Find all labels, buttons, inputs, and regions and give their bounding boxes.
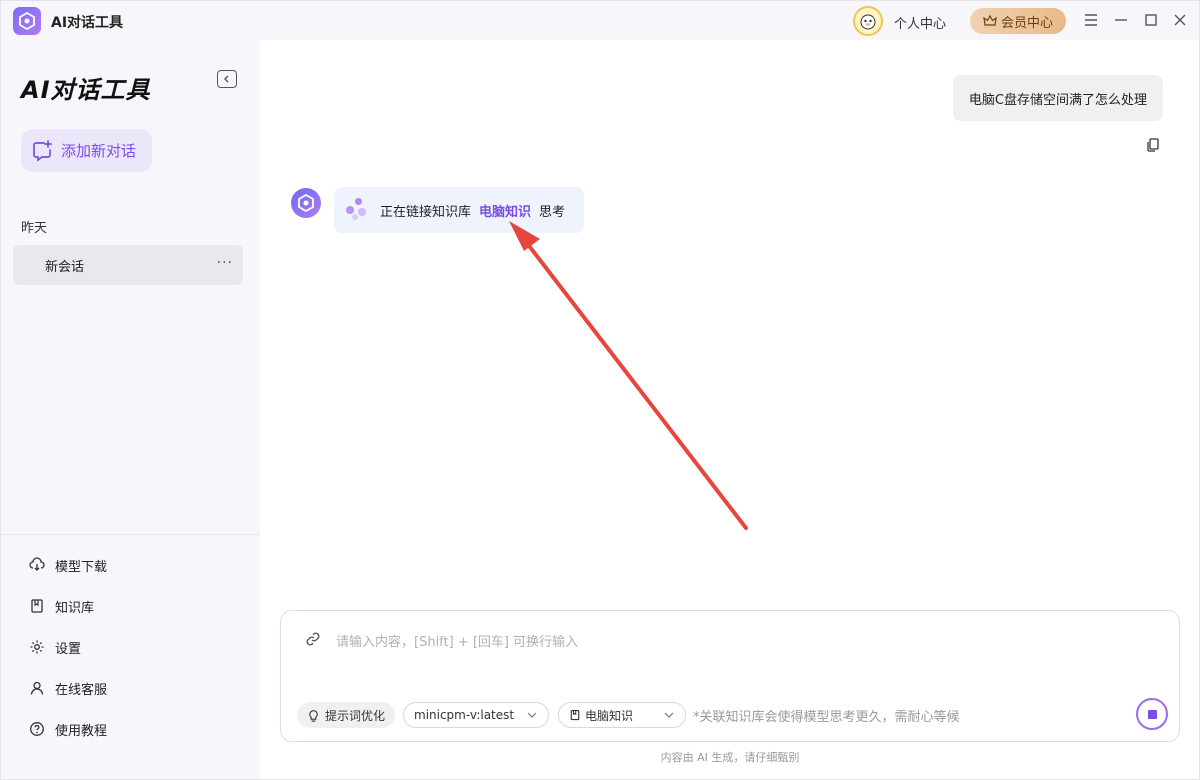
app-logo-icon (13, 7, 41, 35)
ai-disclaimer: 内容由 AI 生成，请仔细甄别 (660, 751, 800, 764)
collapse-sidebar-icon[interactable] (217, 70, 237, 88)
model-select-value: minicpm-v:latest (414, 708, 515, 722)
title-bar: AI对话工具 个人中心 会员中心 (0, 0, 1200, 40)
maximize-icon[interactable] (1142, 11, 1160, 29)
sidebar-item-label: 设置 (55, 641, 82, 657)
sidebar-item-knowledge-base[interactable]: 知识库 (29, 595, 94, 617)
chevron-down-icon (664, 712, 674, 718)
bot-avatar-icon (291, 188, 321, 218)
add-new-chat-button[interactable]: 添加新对话 (21, 129, 152, 172)
sidebar-item-settings[interactable]: 设置 (29, 636, 81, 658)
loading-dots-icon (346, 198, 372, 222)
prompt-optimize-button[interactable]: 提示词优化 (297, 702, 396, 728)
book-icon (31, 599, 43, 613)
help-icon (30, 722, 44, 736)
sidebar: AI对话工具 添加新对话 昨天 新会话 ··· 模型下载 知识库 设置 在线客服… (0, 40, 261, 780)
bot-status-prefix: 正在链接知识库 (380, 204, 472, 220)
member-center-label: 会员中心 (1000, 15, 1053, 31)
member-center-button[interactable]: 会员中心 (970, 8, 1066, 34)
sidebar-item-model-download[interactable]: 模型下载 (29, 554, 107, 576)
model-select[interactable]: minicpm-v:latest (403, 702, 549, 728)
knowledge-base-select[interactable]: 电脑知识 (558, 702, 686, 728)
bot-status-kb: 电脑知识 (479, 204, 532, 220)
bot-status-suffix: 思考 (539, 204, 566, 220)
conversation-title: 新会话 (45, 259, 85, 275)
book-icon (570, 709, 580, 721)
chat-area: 电脑C盘存储空间满了怎么处理 正在链接知识库 电脑知识 思考 请输入内容，[Sh… (260, 40, 1200, 780)
stop-generation-button[interactable] (1136, 698, 1168, 730)
crown-icon (983, 14, 997, 26)
message-input[interactable]: 请输入内容，[Shift] + [回车] 可换行输入 (336, 631, 578, 650)
sidebar-item-label: 模型下载 (55, 559, 108, 575)
user-message: 电脑C盘存储空间满了怎么处理 (952, 75, 1163, 121)
section-yesterday: 昨天 (21, 221, 48, 236)
knowledge-base-select-value: 电脑知识 (585, 708, 634, 723)
chevron-down-icon (527, 712, 537, 718)
chat-plus-icon (33, 139, 52, 162)
sidebar-brand: AI对话工具 (21, 76, 151, 104)
user-icon (30, 681, 44, 695)
input-panel: 请输入内容，[Shift] + [回车] 可换行输入 提示词优化 minicpm… (280, 610, 1180, 742)
menu-icon[interactable] (1082, 11, 1100, 29)
sidebar-item-label: 在线客服 (55, 682, 108, 698)
conversation-item[interactable]: 新会话 ··· (13, 245, 243, 285)
app-title: AI对话工具 (51, 15, 124, 31)
minimize-icon[interactable] (1112, 11, 1130, 29)
gear-icon (30, 640, 44, 654)
sidebar-item-label: 知识库 (55, 600, 95, 616)
cloud-download-icon (29, 557, 45, 571)
lightbulb-icon (309, 709, 318, 722)
sidebar-item-tutorial[interactable]: 使用教程 (29, 718, 107, 740)
stop-icon (1147, 709, 1157, 719)
close-icon[interactable] (1171, 11, 1189, 29)
knowledge-base-hint: *关联知识库会使得模型思考更久，需耐心等候 (693, 710, 960, 725)
prompt-optimize-label: 提示词优化 (325, 708, 386, 723)
sidebar-item-online-support[interactable]: 在线客服 (29, 677, 107, 699)
sidebar-divider (1, 534, 261, 535)
add-new-chat-label: 添加新对话 (61, 142, 137, 160)
personal-center-link[interactable]: 个人中心 (894, 13, 946, 32)
link-icon[interactable] (305, 631, 321, 647)
user-avatar[interactable] (853, 6, 883, 36)
bot-status-message: 正在链接知识库 电脑知识 思考 (334, 187, 584, 233)
copy-icon[interactable] (1145, 137, 1161, 153)
more-icon[interactable]: ··· (217, 255, 233, 271)
sidebar-item-label: 使用教程 (55, 723, 108, 739)
